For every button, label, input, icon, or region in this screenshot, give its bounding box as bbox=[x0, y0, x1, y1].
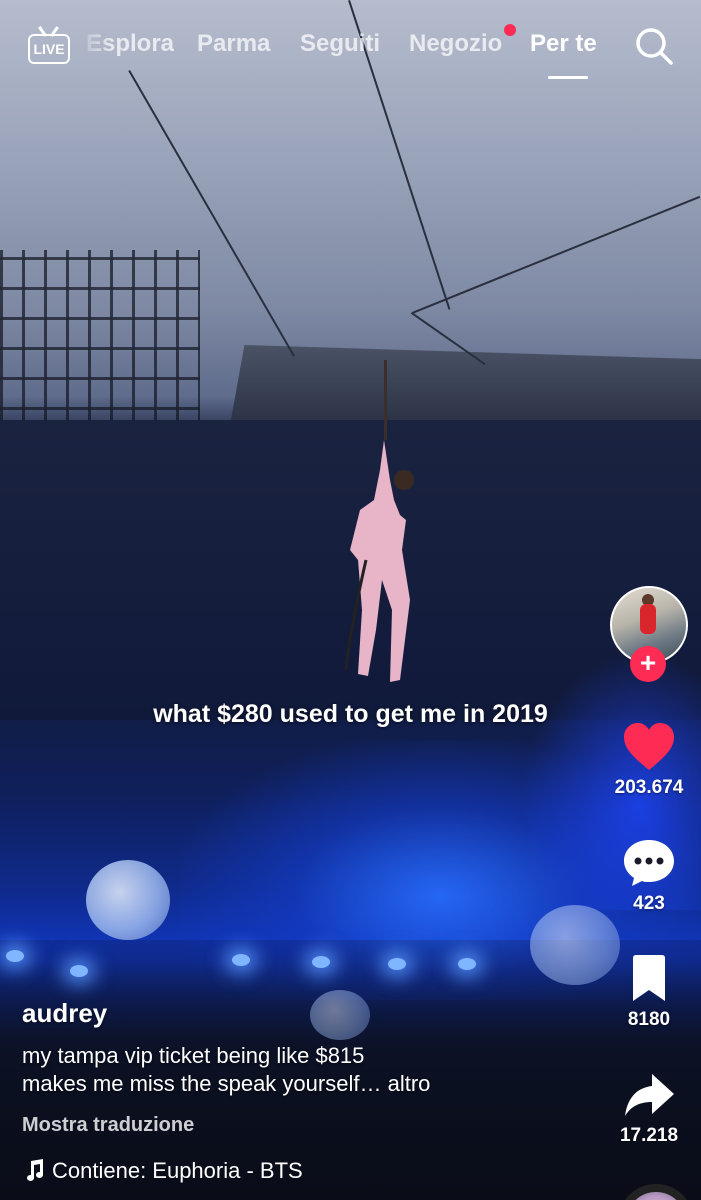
like-count: 203.674 bbox=[614, 777, 684, 798]
crowd-light bbox=[388, 958, 406, 970]
share-action[interactable]: 17.218 bbox=[604, 1070, 694, 1147]
more-link[interactable]: altro bbox=[388, 1071, 431, 1096]
tab-seguiti[interactable]: Seguiti bbox=[300, 30, 380, 58]
search-icon[interactable] bbox=[634, 26, 674, 66]
video-feed-screen: what $280 used to get me in 2019 LIVE Es… bbox=[0, 0, 701, 1200]
comment-icon bbox=[624, 840, 674, 886]
bookmark-icon bbox=[633, 955, 665, 1001]
follow-button[interactable]: + bbox=[630, 646, 666, 682]
post-description[interactable]: my tampa vip ticket being like $815 make… bbox=[22, 1042, 582, 1098]
music-note-icon bbox=[27, 1159, 43, 1181]
crowd-light bbox=[70, 965, 88, 977]
like-action[interactable]: 203.674 bbox=[604, 722, 694, 799]
show-translation-link[interactable]: Mostra traduzione bbox=[22, 1114, 194, 1137]
plus-icon: + bbox=[639, 647, 657, 678]
avatar-figure bbox=[640, 604, 656, 634]
description-line: my tampa vip ticket being like $815 bbox=[22, 1043, 365, 1068]
active-tab-indicator bbox=[548, 76, 588, 79]
performer-figure bbox=[344, 440, 414, 682]
live-label: LIVE bbox=[28, 34, 70, 64]
music-info[interactable]: Contiene: Euphoria - BTS bbox=[22, 1158, 303, 1184]
wire-cable bbox=[412, 195, 701, 314]
notification-dot bbox=[504, 24, 516, 36]
army-bomb-lightstick bbox=[310, 990, 370, 1040]
music-title: Contiene: Euphoria - BTS bbox=[52, 1158, 303, 1183]
heart-icon bbox=[624, 723, 674, 770]
creator-username[interactable]: audrey bbox=[22, 998, 107, 1029]
crowd-light bbox=[6, 950, 24, 962]
save-count: 8180 bbox=[627, 1009, 671, 1030]
stadium-roof bbox=[230, 345, 701, 425]
army-bomb-lightstick bbox=[86, 860, 170, 940]
crowd-light bbox=[458, 958, 476, 970]
share-icon bbox=[625, 1074, 674, 1116]
video-caption-overlay: what $280 used to get me in 2019 bbox=[153, 700, 548, 728]
tab-negozio[interactable]: Negozio bbox=[409, 30, 502, 58]
crowd-light bbox=[232, 954, 250, 966]
tab-parma[interactable]: Parma bbox=[197, 30, 270, 58]
share-count: 17.218 bbox=[619, 1125, 679, 1146]
save-action[interactable]: 8180 bbox=[604, 954, 694, 1031]
description-line: makes me miss the speak yourself… bbox=[22, 1071, 382, 1096]
comment-count: 423 bbox=[633, 893, 665, 914]
live-icon[interactable]: LIVE bbox=[28, 26, 70, 64]
top-navigation: LIVE Esplora Parma Seguiti Negozio Per t… bbox=[0, 0, 701, 90]
crowd-light bbox=[312, 956, 330, 968]
harness-rope bbox=[384, 360, 387, 440]
comment-action[interactable]: 423 bbox=[604, 838, 694, 915]
tab-esplora[interactable]: Esplora bbox=[86, 30, 174, 58]
tab-per-te[interactable]: Per te bbox=[530, 30, 597, 58]
